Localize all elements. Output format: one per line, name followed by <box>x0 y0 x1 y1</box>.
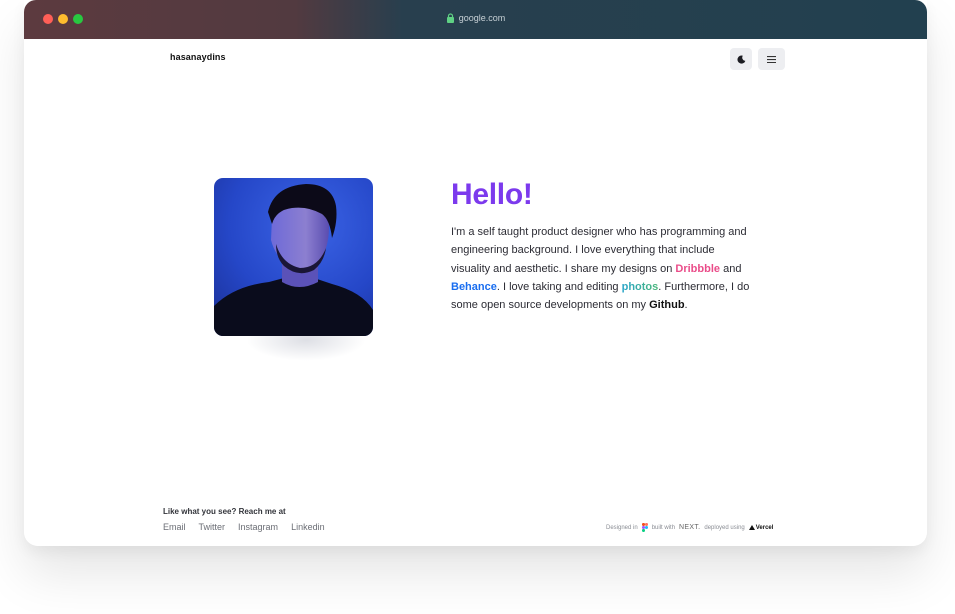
built-with-label: built with <box>651 524 676 531</box>
twitter-link[interactable]: Twitter <box>199 522 226 532</box>
browser-window: google.com hasanaydins Hello! I'm a self… <box>24 0 927 546</box>
contact-heading: Like what you see? Reach me at <box>163 507 286 516</box>
photos-link[interactable]: photos <box>622 281 659 293</box>
profile-photo <box>214 178 373 336</box>
footer-credits: Designed in built with NEXT. deployed us… <box>606 523 773 532</box>
address-url: google.com <box>458 13 506 23</box>
github-link[interactable]: Github <box>649 299 684 311</box>
social-links: Email Twitter Instagram Linkedin <box>163 522 325 532</box>
vercel-label: Vercel <box>755 524 774 531</box>
linkedin-link[interactable]: Linkedin <box>291 522 325 532</box>
vercel-triangle-icon <box>748 525 755 530</box>
moon-icon <box>736 55 745 64</box>
site-logo[interactable]: hasanaydins <box>170 52 226 62</box>
menu-button[interactable] <box>758 48 785 70</box>
dribbble-link[interactable]: Dribbble <box>675 263 720 275</box>
deployed-using-label: deployed using <box>704 524 745 531</box>
nextjs-logo: NEXT. <box>679 524 701 531</box>
vercel-logo: Vercel <box>748 524 774 531</box>
designed-in-label: Designed in <box>606 524 638 531</box>
figma-icon <box>641 523 648 532</box>
email-link[interactable]: Email <box>163 522 186 532</box>
behance-link[interactable]: Behance <box>451 281 497 293</box>
bio-text-and: and <box>720 262 742 275</box>
lock-icon <box>446 13 454 23</box>
hero-heading: Hello! <box>451 178 533 211</box>
address-bar[interactable]: google.com <box>24 13 927 23</box>
theme-toggle-button[interactable] <box>730 48 752 70</box>
page-content: hasanaydins Hello! I'm a self taught pro… <box>24 39 927 546</box>
portrait-illustration <box>214 184 373 336</box>
browser-titlebar: google.com <box>24 0 927 39</box>
instagram-link[interactable]: Instagram <box>238 522 278 532</box>
hamburger-menu-icon <box>767 55 776 63</box>
bio-text-end: . <box>684 299 688 312</box>
intro-section: Hello! I'm a self taught product designe… <box>451 175 751 314</box>
bio-text-2: . I love taking and editing <box>496 280 622 293</box>
bio-paragraph: I'm a self taught product designer who h… <box>451 223 751 314</box>
